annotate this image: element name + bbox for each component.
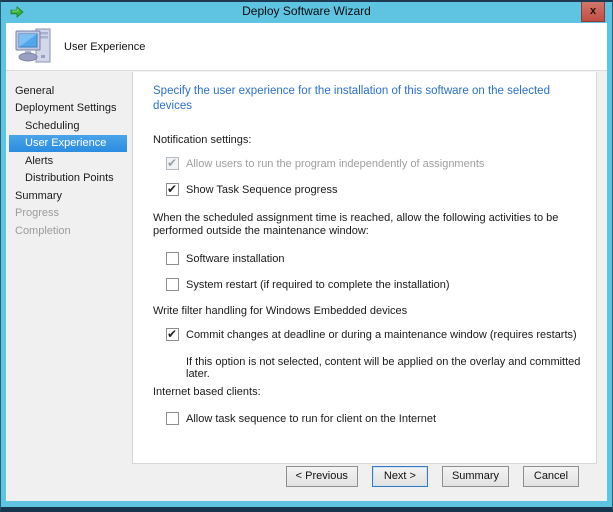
sidebar-item-distribution-points[interactable]: Distribution Points xyxy=(9,170,127,188)
next-button[interactable]: Next > xyxy=(371,466,428,487)
wizard-steps-sidebar: General Deployment Settings Scheduling U… xyxy=(6,72,132,501)
internet-clients-label: Internet based clients: xyxy=(153,386,261,398)
close-button[interactable]: x xyxy=(581,2,605,22)
checkbox-allow-users-run-program: Allow users to run the program independe… xyxy=(166,156,485,170)
page-heading: Specify the user experience for the inst… xyxy=(153,85,550,112)
summary-button[interactable]: Summary xyxy=(441,466,509,487)
checkbox-icon xyxy=(166,412,179,425)
checkbox-software-installation[interactable]: Software installation xyxy=(166,252,284,265)
checkbox-commit-changes[interactable]: Commit changes at deadline or during a m… xyxy=(166,327,577,341)
sidebar-item-summary[interactable]: Summary xyxy=(9,187,127,205)
checkbox-label: Allow users to run the program independe… xyxy=(186,157,485,170)
computer-icon xyxy=(15,28,51,63)
cancel-button[interactable]: Cancel xyxy=(523,466,579,487)
sidebar-item-progress: Progress xyxy=(15,207,60,220)
sidebar-item-alerts[interactable]: Alerts xyxy=(9,152,127,170)
window-title: Deploy Software Wizard xyxy=(242,4,371,18)
write-filter-note: If this option is not selected, content … xyxy=(186,356,581,380)
footer-button-bar: < Previous Next > Summary Cancel xyxy=(285,466,579,487)
checkbox-allow-task-sequence-internet[interactable]: Allow task sequence to run for client on… xyxy=(166,412,436,425)
sidebar-item-general[interactable]: General xyxy=(9,82,127,100)
checkbox-system-restart[interactable]: System restart (if required to complete … xyxy=(166,278,450,291)
checkbox-icon xyxy=(166,252,179,265)
content-panel: Specify the user experience for the inst… xyxy=(133,72,597,464)
checkbox-label: System restart (if required to complete … xyxy=(186,278,450,291)
write-filter-label: Write filter handling for Windows Embedd… xyxy=(153,305,408,317)
wizard-header: User Experience xyxy=(6,23,607,71)
sidebar-item-deployment-settings[interactable]: Deployment Settings xyxy=(9,100,127,118)
checkbox-icon xyxy=(166,278,179,291)
deploy-software-wizard-window: Deploy Software Wizard x User Experience… xyxy=(0,0,613,512)
checkbox-icon xyxy=(166,182,179,196)
checkbox-icon xyxy=(166,156,179,170)
sidebar-item-user-experience[interactable]: User Experience xyxy=(9,134,127,152)
checkbox-show-task-sequence-progress[interactable]: Show Task Sequence progress xyxy=(166,182,338,196)
page-title: User Experience xyxy=(64,41,146,53)
previous-button[interactable]: < Previous xyxy=(285,466,358,487)
dialog-surface: User Experience General Deployment Setti… xyxy=(6,23,607,501)
sidebar-item-scheduling[interactable]: Scheduling xyxy=(9,117,127,135)
maintenance-window-label: When the scheduled assignment time is re… xyxy=(153,212,559,237)
checkbox-label: Commit changes at deadline or during a m… xyxy=(186,328,577,341)
titlebar[interactable]: Deploy Software Wizard x xyxy=(1,2,612,23)
checkbox-icon xyxy=(166,327,179,341)
checkbox-label: Show Task Sequence progress xyxy=(186,183,338,196)
checkbox-label: Allow task sequence to run for client on… xyxy=(186,412,437,425)
sidebar-item-completion: Completion xyxy=(15,224,71,237)
notification-settings-label: Notification settings: xyxy=(153,134,252,146)
checkbox-label: Software installation xyxy=(186,252,285,265)
